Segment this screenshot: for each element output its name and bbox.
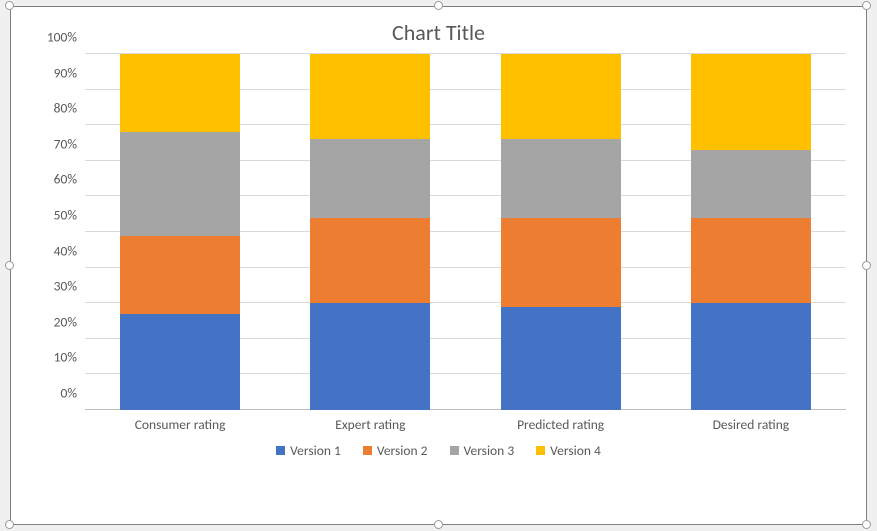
legend-swatch-icon <box>276 446 285 455</box>
bar-column[interactable] <box>501 54 621 410</box>
bar-segment[interactable] <box>501 54 621 139</box>
legend[interactable]: Version 1 Version 2 Version 3 Version 4 <box>11 434 866 469</box>
resize-handle-icon[interactable] <box>862 261 871 270</box>
bar-segment[interactable] <box>691 150 811 218</box>
bar-segment[interactable] <box>120 236 240 314</box>
plot-wrap: 0% 10% 20% 30% 40% 50% 60% 70% 80% 90% 1… <box>29 54 848 434</box>
y-tick-label: 100% <box>29 29 77 46</box>
bar-segment[interactable] <box>691 54 811 150</box>
bar-stack <box>691 54 811 410</box>
bars-container <box>85 54 846 410</box>
x-axis[interactable]: Consumer rating Expert rating Predicted … <box>85 412 846 434</box>
legend-item[interactable]: Version 4 <box>536 442 601 459</box>
y-tick-label: 40% <box>29 242 77 259</box>
bar-column[interactable] <box>310 54 430 410</box>
plot-area[interactable] <box>85 54 846 410</box>
y-tick-label: 0% <box>29 385 77 402</box>
legend-item[interactable]: Version 1 <box>276 442 341 459</box>
bar-stack <box>120 54 240 410</box>
x-tick-label: Desired rating <box>671 412 831 434</box>
bar-column[interactable] <box>120 54 240 410</box>
legend-item[interactable]: Version 3 <box>450 442 515 459</box>
resize-handle-icon[interactable] <box>434 1 443 10</box>
bar-segment[interactable] <box>120 132 240 235</box>
legend-label: Version 4 <box>550 442 601 459</box>
legend-swatch-icon <box>450 446 459 455</box>
bar-segment[interactable] <box>120 54 240 132</box>
bar-segment[interactable] <box>120 314 240 410</box>
legend-swatch-icon <box>363 446 372 455</box>
resize-handle-icon[interactable] <box>5 261 14 270</box>
y-tick-label: 60% <box>29 171 77 188</box>
resize-handle-icon[interactable] <box>5 520 14 529</box>
chart-object[interactable]: Chart Title 0% 10% 20% 30% 40% 50% 60% 7… <box>10 6 867 525</box>
x-tick-label: Consumer rating <box>100 412 260 434</box>
resize-handle-icon[interactable] <box>862 520 871 529</box>
legend-label: Version 1 <box>290 442 341 459</box>
y-tick-label: 90% <box>29 64 77 81</box>
y-axis[interactable]: 0% 10% 20% 30% 40% 50% 60% 70% 80% 90% 1… <box>29 54 83 434</box>
bar-segment[interactable] <box>310 54 430 139</box>
y-tick-label: 20% <box>29 313 77 330</box>
bar-segment[interactable] <box>310 139 430 217</box>
y-tick-label: 80% <box>29 100 77 117</box>
bar-stack <box>501 54 621 410</box>
bar-segment[interactable] <box>501 139 621 217</box>
bar-segment[interactable] <box>310 218 430 303</box>
y-tick-label: 70% <box>29 135 77 152</box>
resize-handle-icon[interactable] <box>5 1 14 10</box>
y-tick-label: 50% <box>29 207 77 224</box>
bar-column[interactable] <box>691 54 811 410</box>
legend-label: Version 2 <box>377 442 428 459</box>
resize-handle-icon[interactable] <box>434 520 443 529</box>
bar-segment[interactable] <box>691 303 811 410</box>
bar-segment[interactable] <box>501 218 621 307</box>
chart-title[interactable]: Chart Title <box>11 7 866 50</box>
bar-stack <box>310 54 430 410</box>
y-tick-label: 30% <box>29 278 77 295</box>
bar-segment[interactable] <box>501 307 621 410</box>
resize-handle-icon[interactable] <box>862 1 871 10</box>
bar-segment[interactable] <box>310 303 430 410</box>
legend-item[interactable]: Version 2 <box>363 442 428 459</box>
legend-label: Version 3 <box>464 442 515 459</box>
y-tick-label: 10% <box>29 349 77 366</box>
bar-segment[interactable] <box>691 218 811 303</box>
x-tick-label: Predicted rating <box>481 412 641 434</box>
legend-swatch-icon <box>536 446 545 455</box>
x-tick-label: Expert rating <box>290 412 450 434</box>
